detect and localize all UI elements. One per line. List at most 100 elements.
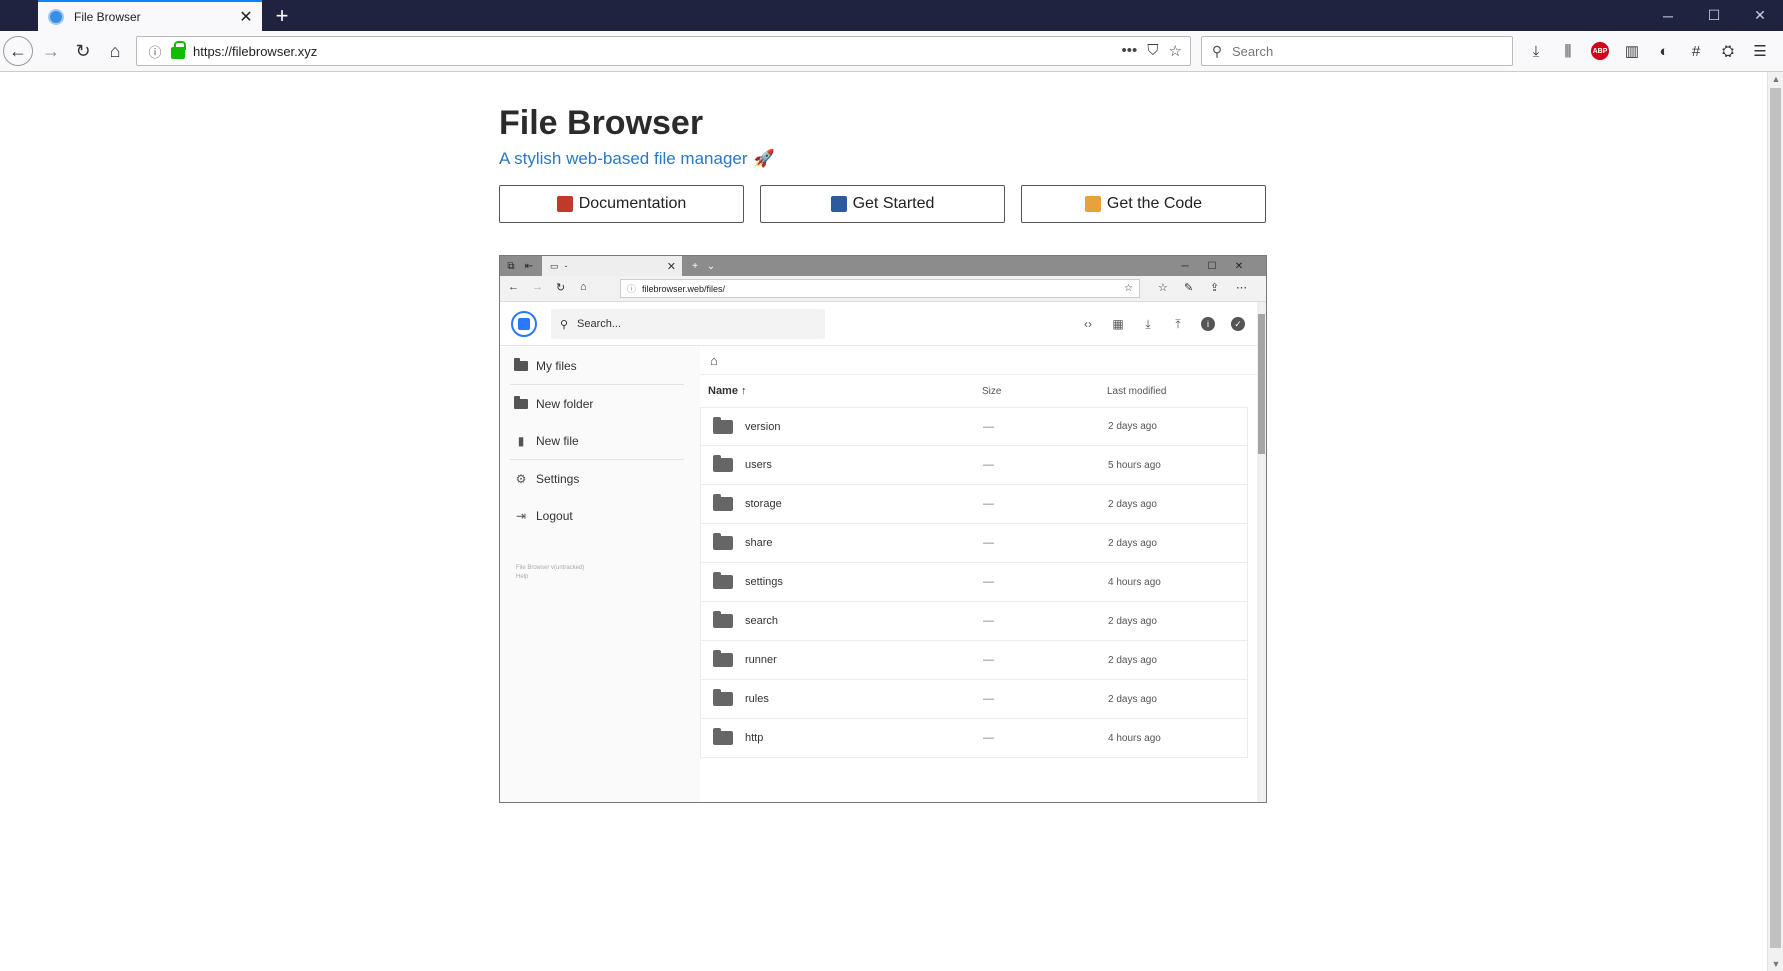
inner-refresh-icon: ↻ <box>556 282 566 294</box>
row-size: — <box>983 420 994 433</box>
documentation-button[interactable]: Documentation <box>499 185 744 223</box>
folder-icon <box>713 689 733 706</box>
inner-pen-icon: ✎ <box>1184 282 1194 294</box>
home-button[interactable]: ⌂ <box>100 36 130 66</box>
inner-home-icon: ⌂ <box>580 281 587 293</box>
bookmark-star-icon[interactable]: ☆ <box>1169 42 1182 60</box>
tab-title: File Browser <box>74 9 141 24</box>
page-actions-icon[interactable]: ••• <box>1122 42 1138 60</box>
row-modified: 4 hours ago <box>1108 576 1161 588</box>
breadcrumb: ⌂ <box>700 347 1257 375</box>
inner-close-window-icon: ✕ <box>1234 260 1244 272</box>
fb-nav-settings: ⚙ Settings <box>500 460 700 497</box>
inner-setaside-icon: ⇤ <box>524 260 534 272</box>
row-name: users <box>745 459 772 471</box>
minimize-icon[interactable]: ─ <box>1645 0 1691 31</box>
info-icon[interactable]: ⓘ <box>143 42 167 61</box>
get-code-button[interactable]: Get the Code <box>1021 185 1266 223</box>
library-icon[interactable]: ⫼ <box>1555 36 1581 66</box>
column-headers: Name ↑ Size Last modified <box>700 375 1257 407</box>
fb-header: ⚲ Search... ‹› ▦ ⤓ ⤒ i ✓ <box>500 302 1257 346</box>
fb-nav-logout: ⇥ Logout <box>500 497 700 534</box>
forward-button[interactable]: → <box>36 36 66 66</box>
browser-titlebar: File Browser ✕ + ─ ☐ ✕ <box>0 0 1783 31</box>
close-window-icon[interactable]: ✕ <box>1737 0 1783 31</box>
get-started-button[interactable]: Get Started <box>760 185 1005 223</box>
android-icon[interactable]: ⛭ <box>1715 36 1741 66</box>
table-row: settings — 4 hours ago <box>700 563 1248 602</box>
row-name: share <box>745 537 773 549</box>
row-name: runner <box>745 654 777 666</box>
inner-newtab-icon: + <box>692 260 698 272</box>
fb-search: ⚲ Search... <box>551 309 825 339</box>
page-scrollbar[interactable]: ▲ ▼ <box>1767 72 1783 971</box>
close-tab-icon[interactable]: ✕ <box>234 5 258 29</box>
fb-main: ⌂ Name ↑ Size Last modified version — 2 da… <box>700 347 1257 802</box>
maximize-icon[interactable]: ☐ <box>1691 0 1737 31</box>
url-text[interactable]: https://filebrowser.xyz <box>193 44 1122 59</box>
browser-tab[interactable]: File Browser ✕ <box>38 0 262 31</box>
browser-search-bar[interactable]: ⚲ <box>1201 36 1513 66</box>
fb-nav-label: Logout <box>536 508 573 523</box>
row-modified: 2 days ago <box>1108 615 1157 627</box>
code-icon: ‹› <box>1084 317 1092 331</box>
get-started-label: Get Started <box>852 195 935 212</box>
pocket-icon[interactable]: ⛉ <box>1147 42 1158 60</box>
fb-logo-icon <box>511 311 537 337</box>
row-modified: 5 hours ago <box>1108 459 1161 471</box>
inner-share-icon: ⇪ <box>1210 282 1220 294</box>
url-bar[interactable]: ⓘ https://filebrowser.xyz ••• ⛉ ☆ <box>136 36 1191 66</box>
back-button[interactable]: ← <box>3 36 33 66</box>
page-subtitle[interactable]: A stylish web-based file manager 🚀 <box>499 149 1267 169</box>
folder-icon <box>514 357 528 372</box>
inner-scrollbar <box>1257 302 1266 802</box>
get-code-label: Get the Code <box>1106 195 1203 212</box>
row-name: rules <box>745 693 769 705</box>
inner-forward-icon: → <box>532 281 543 293</box>
hashtag-icon[interactable]: # <box>1683 36 1709 66</box>
reload-button[interactable]: ↻ <box>68 36 98 66</box>
scroll-down-icon[interactable]: ▼ <box>1768 959 1783 969</box>
browser-search-input[interactable] <box>1232 43 1492 59</box>
documentation-label: Documentation <box>578 195 687 212</box>
folder-icon <box>713 572 733 589</box>
folder-icon <box>713 416 733 434</box>
downloads-icon[interactable]: ⤓ <box>1523 36 1549 66</box>
fb-nav-label: New file <box>536 433 579 448</box>
grid-view-icon: ▦ <box>1112 317 1124 331</box>
info-circle-icon: i <box>1197 313 1219 335</box>
subtitle-text[interactable]: A stylish web-based file manager <box>499 149 748 169</box>
inner-tab-icon: ▭ <box>550 260 559 271</box>
folder-icon <box>713 611 733 628</box>
inner-back-icon: ← <box>508 281 519 293</box>
row-modified: 4 hours ago <box>1108 732 1161 744</box>
row-name: storage <box>745 498 782 510</box>
fb-nav-label: New folder <box>536 396 594 411</box>
new-tab-button[interactable]: + <box>268 2 296 30</box>
row-name: search <box>745 615 779 627</box>
fb-nav-my-files: My files <box>500 347 700 384</box>
menu-icon[interactable]: ☰ <box>1747 36 1773 66</box>
inner-info-icon: ⓘ <box>627 284 637 294</box>
scroll-up-icon[interactable]: ▲ <box>1768 74 1783 84</box>
extension-icon[interactable]: ◐ <box>1651 36 1677 66</box>
sidebar-icon[interactable]: ▥ <box>1619 36 1645 66</box>
table-row: share — 2 days ago <box>700 524 1248 563</box>
rocket-icon: 🚀 <box>753 149 775 168</box>
row-size: — <box>983 693 994 705</box>
table-row: storage — 2 days ago <box>700 485 1248 524</box>
page-content: File Browser A stylish web-based file ma… <box>499 104 1267 223</box>
col-name: Name ↑ <box>708 385 747 397</box>
page-title: File Browser <box>499 104 704 142</box>
table-row: runner — 2 days ago <box>700 641 1248 680</box>
table-row: version — 2 days ago <box>700 407 1248 446</box>
table-row: search — 2 days ago <box>700 602 1248 641</box>
scrollbar-thumb[interactable] <box>1770 88 1781 948</box>
fb-nav-label: My files <box>536 358 577 373</box>
folder-icon <box>713 494 733 511</box>
row-modified: 2 days ago <box>1108 693 1157 705</box>
folder-icon <box>713 650 733 667</box>
inner-tab-title: - <box>564 261 568 271</box>
inner-chevron-down-icon: ⌄ <box>706 260 716 272</box>
adblock-icon[interactable]: ABP <box>1587 36 1613 66</box>
